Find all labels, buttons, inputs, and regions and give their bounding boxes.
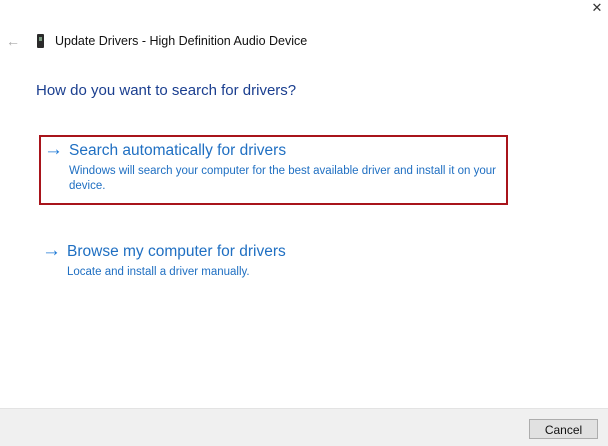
- window-title: Update Drivers - High Definition Audio D…: [55, 34, 308, 48]
- close-icon: ✕: [591, 0, 603, 15]
- browse-computer-option[interactable]: → Browse my computer for drivers Locate …: [39, 238, 508, 284]
- option-title: Search automatically for drivers: [69, 142, 287, 159]
- option-description: Locate and install a driver manually.: [67, 266, 250, 278]
- close-button[interactable]: ✕: [586, 0, 608, 18]
- search-automatically-option[interactable]: → Search automatically for drivers Windo…: [39, 135, 508, 205]
- arrow-right-icon: →: [42, 240, 61, 261]
- back-button[interactable]: ←: [6, 33, 20, 49]
- footer: Cancel: [0, 408, 608, 446]
- back-arrow-icon: ←: [6, 33, 20, 49]
- cancel-button[interactable]: Cancel: [529, 419, 598, 439]
- page-heading: How do you want to search for drivers?: [36, 82, 297, 99]
- arrow-right-icon: →: [44, 139, 63, 160]
- option-title: Browse my computer for drivers: [67, 243, 286, 260]
- option-description: Windows will search your computer for th…: [69, 165, 496, 192]
- device-icon: [37, 34, 44, 48]
